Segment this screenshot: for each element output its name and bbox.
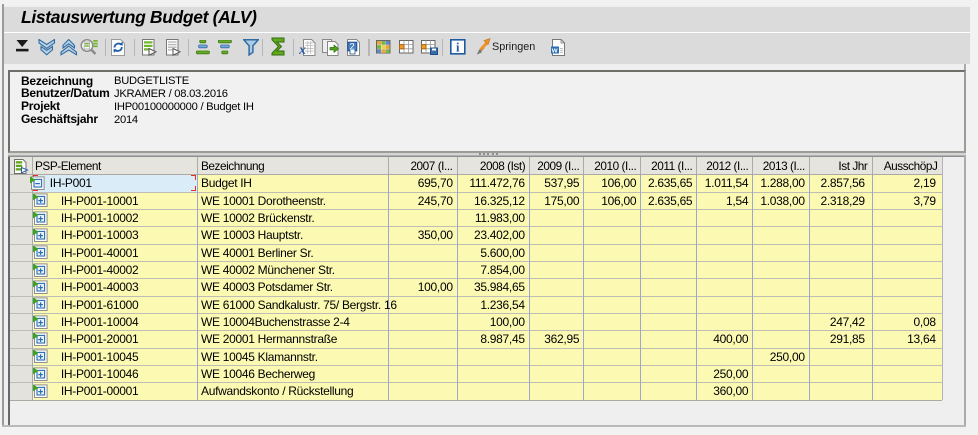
svg-text:x: x bbox=[299, 43, 306, 56]
svg-text:w: w bbox=[550, 45, 557, 54]
svg-text:i: i bbox=[456, 40, 460, 54]
